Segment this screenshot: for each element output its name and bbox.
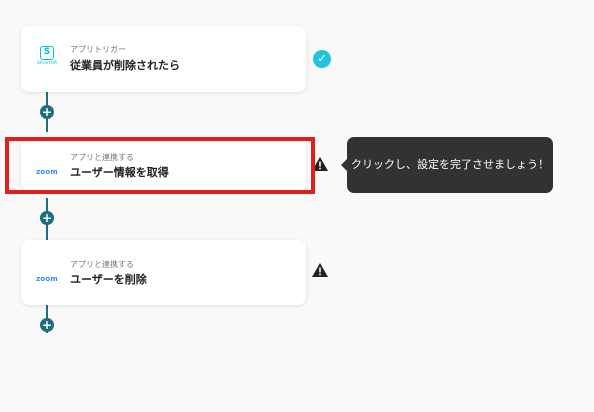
zoom-logo-icon: zoom bbox=[36, 275, 58, 283]
setup-tooltip: クリックし、設定を完了させましょう！ bbox=[347, 137, 553, 193]
step-title: ユーザーを削除 bbox=[70, 273, 147, 286]
step-type-label: アプリと連携する bbox=[70, 153, 134, 162]
zoom-logo-icon: zoom bbox=[36, 168, 58, 176]
step-title: 従業員が削除されたら bbox=[70, 59, 180, 72]
warning-icon bbox=[312, 157, 328, 171]
check-icon: ✓ bbox=[313, 50, 331, 68]
action-step-card[interactable]: zoom アプリと連携する ユーザーを削除 bbox=[21, 240, 306, 305]
warning-icon bbox=[312, 263, 328, 277]
add-step-button[interactable]: + bbox=[40, 318, 54, 332]
add-step-button[interactable]: + bbox=[40, 211, 54, 225]
trigger-step-card[interactable]: S SmartHR アプリトリガー 従業員が削除されたら bbox=[21, 26, 306, 92]
step-title: ユーザー情報を取得 bbox=[70, 166, 169, 179]
step-type-label: アプリトリガー bbox=[70, 45, 126, 54]
add-step-button[interactable]: + bbox=[40, 105, 54, 119]
step-type-label: アプリと連携する bbox=[70, 260, 134, 269]
action-step-card[interactable]: zoom アプリと連携する ユーザー情報を取得 bbox=[21, 140, 306, 191]
smarthr-logo-icon: S SmartHR bbox=[36, 46, 58, 66]
